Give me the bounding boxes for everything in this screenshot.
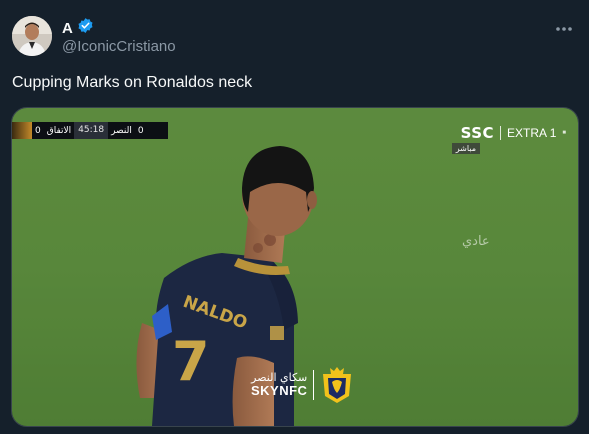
author-name-row: A: [62, 17, 94, 39]
verified-badge-icon: [77, 17, 94, 39]
scorebug-stripe: [12, 122, 32, 139]
home-score: 0: [137, 125, 144, 136]
club-divider: [313, 370, 315, 400]
club-watermark: سكاي النصر SKYNFC: [251, 366, 354, 404]
broadcaster-logo: SSC EXTRA 1 ■: [461, 124, 566, 142]
avatar-image: [12, 16, 52, 56]
tweet-media[interactable]: NALDO 7 0 الاتفاق 45:18 النصر 0 SSC EXTR…: [11, 107, 579, 427]
club-name-english: SKYNFC: [251, 382, 308, 398]
club-crest-icon: [323, 367, 352, 403]
more-options-icon[interactable]: [553, 18, 575, 40]
tweet-text: Cupping Marks on Ronaldos neck: [12, 74, 253, 91]
club-text: سكاي النصر SKYNFC: [251, 371, 308, 398]
away-score: 0: [35, 125, 41, 136]
match-clock: 45:18: [74, 122, 109, 139]
watermark-text: عادي: [462, 234, 490, 249]
hd-icon: ■: [562, 130, 566, 136]
broadcaster-divider: [500, 126, 502, 140]
channel-name: EXTRA 1: [507, 126, 557, 140]
away-team-name: الاتفاق: [46, 125, 72, 136]
tweet-card: A @IconicCristiano Cupping Marks on Rona…: [0, 0, 589, 434]
home-team-name: النصر: [111, 125, 132, 136]
ssc-logo: SSC: [460, 124, 495, 142]
author-handle[interactable]: @IconicCristiano: [62, 38, 176, 55]
live-badge: مباشر: [451, 143, 480, 154]
jersey-number: 7: [172, 330, 210, 393]
scorebug: 0 الاتفاق 45:18 النصر 0: [12, 122, 168, 139]
avatar[interactable]: [12, 16, 52, 56]
author-display-name[interactable]: A: [62, 20, 73, 37]
